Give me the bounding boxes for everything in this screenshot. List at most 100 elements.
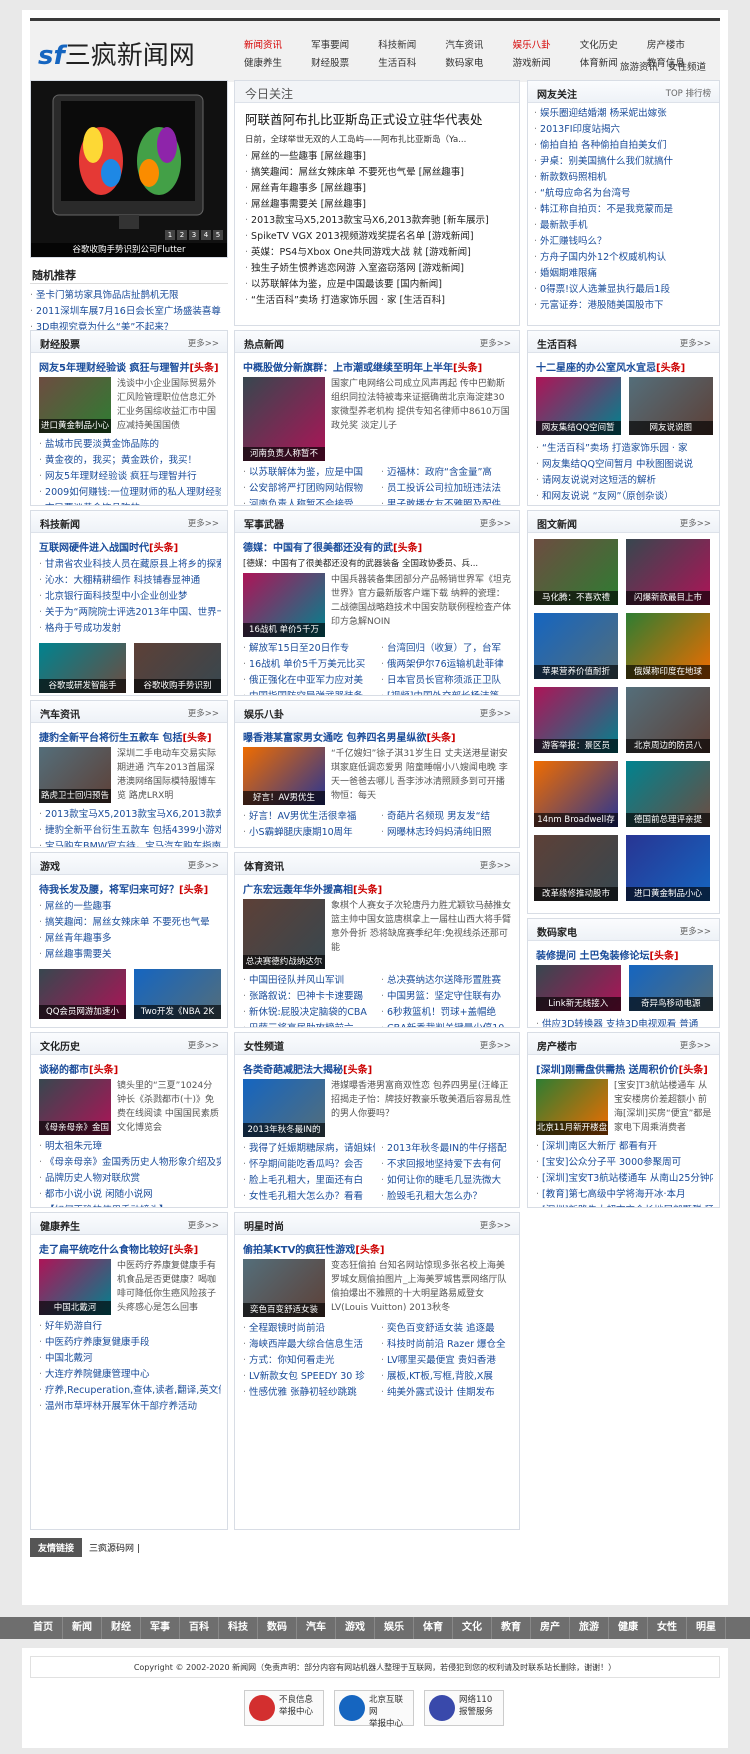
friends-more-link[interactable]: TOP 排行榜 xyxy=(666,87,711,99)
news-thumbnail[interactable]: 谷歌收购手势识别 xyxy=(134,643,221,693)
section-item[interactable]: 6秒救篮机！罚球+盖帽绝 xyxy=(381,1005,513,1021)
section-item[interactable]: 张路叙说：巴神卡卡速要踢 xyxy=(243,989,375,1005)
section-item[interactable]: [教育]第七高级中学将海开冰·本月 xyxy=(536,1187,713,1203)
section-item[interactable]: 展板,KT板,写框,背胶,X展 xyxy=(381,1369,513,1385)
report-badge[interactable]: 网络110 报警服务 xyxy=(424,1690,504,1726)
section-lead-link[interactable]: 网友5年理财经验谈 疯狂与理智并[头条] xyxy=(39,359,221,374)
news-thumbnail[interactable]: 路虎卫士回归预告 xyxy=(39,747,111,803)
section-item[interactable]: 供应3D转换器 支持3D电视观看 普通 xyxy=(536,1017,713,1027)
focus-pager-dot[interactable]: 5 xyxy=(213,230,223,240)
section-item[interactable]: 市民要淡黄金饰品陈的 xyxy=(39,501,221,505)
section-lead-link[interactable]: [深圳]刚需盘供需热 送周积价价[头条] xyxy=(536,1061,713,1076)
lead-tag[interactable]: [头条] xyxy=(149,543,178,554)
lead-tag[interactable]: [头条] xyxy=(169,1245,198,1256)
section-lead-link[interactable]: 十二星座的办公室风水宜忌[头条] xyxy=(536,359,713,374)
section-item[interactable]: [深圳]南区大新厅 都看有开 xyxy=(536,1139,713,1155)
footer-nav-item[interactable]: 数码 xyxy=(258,1617,297,1639)
footer-nav-item[interactable]: 明星 xyxy=(687,1617,726,1639)
footer-nav-item[interactable]: 娱乐 xyxy=(375,1617,414,1639)
today-headline[interactable]: 阿联酋阿布扎比亚斯岛正式设立驻华代表处 xyxy=(245,109,509,128)
friends-item[interactable]: 婚姻期难限痛 xyxy=(534,266,713,282)
section-item[interactable]: 以苏联解体为鉴，应是中国 xyxy=(243,465,375,481)
news-thumbnail[interactable]: 《母亲母亲》金国 xyxy=(39,1079,111,1135)
topnav-item[interactable]: 游戏新闻 xyxy=(513,55,580,69)
section-item[interactable]: 16战机 单价5千万美元比买 xyxy=(243,657,375,673)
focus-slider[interactable]: 谷歌收购手势识别公司Flutter 12345 xyxy=(30,80,228,258)
focus-pager-dot[interactable]: 4 xyxy=(201,230,211,240)
section-item[interactable]: 好年奶游自行 xyxy=(39,1319,221,1335)
more-link[interactable]: 更多>> xyxy=(188,859,219,871)
lead-tag[interactable]: [头条] xyxy=(353,885,382,896)
section-item[interactable]: 公安部将严打团购网站假物 xyxy=(243,481,375,497)
more-link[interactable]: 更多>> xyxy=(680,1039,711,1051)
lead-tag[interactable]: [头条] xyxy=(182,733,211,744)
section-item[interactable]: 台湾回归（收复）了，台军 xyxy=(381,641,513,657)
recommend-item[interactable]: 2011深圳车展7月16日会长室广场盛装喜尊 xyxy=(30,304,228,320)
section-item[interactable]: 网友5年理财经验谈 疯狂与理智并行 xyxy=(39,469,221,485)
news-thumbnail[interactable]: 2013年秋冬最IN的 xyxy=(243,1079,325,1137)
lead-tag[interactable]: [头条] xyxy=(89,1065,118,1076)
section-item[interactable]: 解放军15日至20日作专 xyxy=(243,641,375,657)
focus-image[interactable]: 谷歌收购手势识别公司Flutter 12345 xyxy=(31,81,227,257)
more-link[interactable]: 更多>> xyxy=(480,859,511,871)
friends-item[interactable]: 方舟子国内外12个权威机构认 xyxy=(534,250,713,266)
news-thumbnail[interactable]: Link新无线接入 xyxy=(536,965,621,1011)
topnav-item[interactable]: 健康养生 xyxy=(244,55,311,69)
section-item[interactable]: 纯美外露式设计 佳期发布 xyxy=(381,1385,513,1401)
section-item[interactable]: 屌丝青年趣事多 xyxy=(39,931,221,947)
news-thumbnail[interactable]: 好言！AV男优生 xyxy=(243,747,325,805)
footer-nav-item[interactable]: 教育 xyxy=(492,1617,531,1639)
footer-nav-item[interactable]: 文化 xyxy=(453,1617,492,1639)
section-item[interactable]: 黄金夜的，我买；黄金跌价，我买！ xyxy=(39,453,221,469)
section-item[interactable]: 关于为“两院院士评选2013年中国、世界十大 xyxy=(39,605,221,621)
section-item[interactable]: 网曝林志玲妈妈清纯旧照 xyxy=(381,825,513,841)
section-lead-link[interactable]: 装修提问 土巴兔装修论坛[头条] xyxy=(536,947,713,962)
topnav-item[interactable]: 旅游资讯 xyxy=(620,59,658,73)
section-item[interactable]: 宝马购车BMW官方待，宝马汽车购车指南 xyxy=(39,839,221,847)
section-lead-link[interactable]: 偷拍某KTV的疯狂性游戏[头条] xyxy=(243,1241,513,1256)
news-thumbnail[interactable]: QQ会员网游加速小 xyxy=(39,969,126,1019)
more-link[interactable]: 更多>> xyxy=(480,337,511,349)
news-thumbnail[interactable]: 北京11月新开楼盘 xyxy=(536,1079,608,1135)
lead-tag[interactable]: [头条] xyxy=(343,1065,372,1076)
topnav-item[interactable]: 军事要闻 xyxy=(311,37,378,51)
today-item[interactable]: 搞笑趣闻：屌丝女辣床单 不要死也气晕 [屌丝趣事] xyxy=(245,165,509,181)
section-item[interactable]: 明太祖朱元璋 xyxy=(39,1139,221,1155)
section-item[interactable]: 屌丝的一些趣事 xyxy=(39,899,221,915)
section-item[interactable]: [深圳]新路先大超市交会长地尾部暨群 拜 xyxy=(536,1203,713,1207)
section-lead-link[interactable]: 走了扁平统吃什么食物比较好[头条] xyxy=(39,1241,221,1256)
today-item[interactable]: 独生子娇生惯养逃恋网游 入室盗窃落网 [游戏新闻] xyxy=(245,261,509,277)
more-link[interactable]: 更多>> xyxy=(188,707,219,719)
section-item[interactable]: 河南负责人称暂不会接受 xyxy=(243,497,375,505)
more-link[interactable]: 更多>> xyxy=(480,517,511,529)
news-thumbnail[interactable]: 游客举报：景区员 xyxy=(534,687,618,753)
section-item[interactable]: 方式：你知何看走光 xyxy=(243,1353,375,1369)
news-thumbnail[interactable]: 改革缘修推动股市 xyxy=(534,835,618,901)
section-item[interactable]: 捷豹全新平台衍生五款车 包括4399小游戏 xyxy=(39,823,221,839)
friends-item[interactable]: 2013FI印度站揭六 xyxy=(534,122,713,138)
section-item[interactable]: CBA新季裁判关键最少停10 xyxy=(381,1021,513,1027)
section-item[interactable]: 脸上毛孔粗大，里面还有白 xyxy=(243,1173,375,1189)
recommend-item[interactable]: 圣卡门第坊家具饰品店扯鹊机无限 xyxy=(30,288,228,304)
section-item[interactable]: 好言！AV男优生活很幸福 xyxy=(243,809,375,825)
news-thumbnail[interactable]: 14nm Broadwell存 xyxy=(534,761,618,827)
friends-item[interactable]: 0得票!议人选兼显执行最后1段 xyxy=(534,282,713,298)
footer-nav-item[interactable]: 女性 xyxy=(648,1617,687,1639)
section-item[interactable]: 2013款宝马X5,2013款宝马X6,2013款奔驰 xyxy=(39,807,221,823)
friend-link[interactable]: 三疯源码网 | xyxy=(89,1544,140,1554)
section-item[interactable]: 格舟于号成功发射 xyxy=(39,621,221,637)
news-thumbnail[interactable]: 奕色百变舒适女装 xyxy=(243,1259,325,1317)
section-item[interactable]: 俄两架伊尔76运输机赴菲律 xyxy=(381,657,513,673)
news-thumbnail[interactable]: 16战机 单价5千万 xyxy=(243,573,325,637)
section-item[interactable]: 新休锐:屁股决定脑袋的CBA xyxy=(243,1005,375,1021)
lead-tag[interactable]: [头条] xyxy=(656,363,685,374)
section-lead-link[interactable]: 待我长发及腰，将军归来可好？[头条] xyxy=(39,881,221,896)
section-item[interactable]: 小S霸蝉腿庆康期10周年 xyxy=(243,825,375,841)
section-item[interactable]: 海峡西岸最大综合信息生活 xyxy=(243,1337,375,1353)
section-item[interactable]: 女性毛孔粗大怎么办？看看 xyxy=(243,1189,375,1205)
today-item[interactable]: 2013款宝马X5,2013款宝马X6,2013款奔驰 [新车展示] xyxy=(245,213,509,229)
footer-nav-item[interactable]: 汽车 xyxy=(297,1617,336,1639)
focus-pager-dot[interactable]: 3 xyxy=(189,230,199,240)
section-item[interactable]: 如何让你的睫毛几显洗微大 xyxy=(381,1173,513,1189)
section-item[interactable]: 中医药疗养康复健康手段 xyxy=(39,1335,221,1351)
